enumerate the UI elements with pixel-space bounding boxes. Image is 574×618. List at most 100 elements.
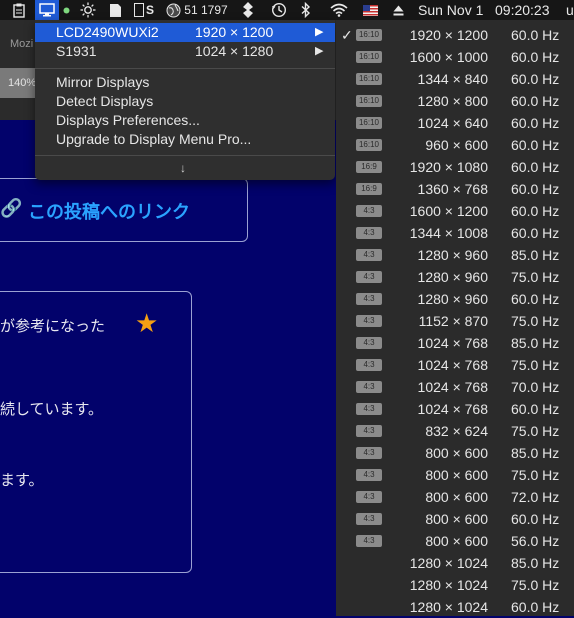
refresh-rate: 75.0 Hz [511,423,560,439]
us-flag-icon[interactable] [362,0,378,20]
refresh-rate: 60.0 Hz [511,599,560,615]
aspect-ratio-badge: 4:3 [356,249,382,261]
resolution-item[interactable]: 1280 × 1024 60.0 Hz [336,596,574,618]
refresh-rate: 85.0 Hz [511,335,560,351]
aspect-ratio-badge: 4:3 [356,227,382,239]
resolution-item[interactable]: 16:10 1280 × 800 60.0 Hz [336,90,574,112]
brightness-icon[interactable] [78,0,98,20]
resolution-item[interactable]: 16:9 1920 × 1080 60.0 Hz [336,156,574,178]
resolution-item[interactable]: 4:3 1024 × 768 70.0 Hz [336,376,574,398]
resolution-item[interactable]: 4:3 800 × 600 56.0 Hz [336,530,574,552]
resolution-item[interactable]: 4:3 1280 × 960 60.0 Hz [336,288,574,310]
resolution-item[interactable]: 4:3 800 × 600 72.0 Hz [336,486,574,508]
display-icon[interactable] [35,0,59,20]
eject-icon[interactable] [391,0,405,20]
resolution-item[interactable]: 4:3 1024 × 768 85.0 Hz [336,332,574,354]
resolution-value: 1024 × 768 [417,335,488,351]
clipboard-icon[interactable] [10,0,28,20]
aspect-ratio-badge: 16:10 [356,95,382,107]
aspect-ratio-badge: 4:3 [356,469,382,481]
globe-status[interactable]: 51 1797 [163,0,231,20]
aspect-ratio-badge: 16:9 [356,161,382,173]
upgrade-item[interactable]: Upgrade to Display Menu Pro... [56,130,251,149]
aspect-ratio-badge: 4:3 [356,491,382,503]
resolution-item[interactable]: 16:10 1600 × 1000 60.0 Hz [336,46,574,68]
menu-separator [35,155,335,156]
resolution-value: 1024 × 768 [417,379,488,395]
aspect-ratio-badge: 16:10 [356,73,382,85]
detect-displays-item[interactable]: Detect Displays [56,92,153,111]
display-item-lcd2490wuxi2[interactable]: LCD2490WUXi2 1920 × 1200 ▶ [35,23,335,42]
resolution-item[interactable]: 1280 × 1024 85.0 Hz [336,552,574,574]
refresh-rate: 60.0 Hz [511,71,560,87]
resolution-value: 1280 × 1024 [409,555,488,571]
refresh-rate: 85.0 Hz [511,555,560,571]
resolution-item[interactable]: 4:3 1024 × 768 75.0 Hz [336,354,574,376]
resolution-item[interactable]: 4:3 800 × 600 85.0 Hz [336,442,574,464]
resolution-item[interactable]: 16:10 1344 × 840 60.0 Hz [336,68,574,90]
menu-bar-date[interactable]: Sun Nov 1 [418,0,490,20]
checkmark-icon: ✓ [341,27,353,43]
post-link[interactable]: この投稿へのリンク [28,198,190,224]
leaf-icon[interactable] [239,0,257,20]
resolution-item[interactable]: 4:3 1152 × 870 75.0 Hz [336,310,574,332]
aspect-ratio-badge: 16:9 [356,183,382,195]
wifi-icon[interactable] [328,0,350,20]
resolution-value: 1344 × 840 [417,71,488,87]
resolution-item[interactable]: 4:3 1344 × 1008 60.0 Hz [336,222,574,244]
resolution-item[interactable]: ✓ 16:10 1920 × 1200 60.0 Hz [336,24,574,46]
resolution-item[interactable]: 4:3 800 × 600 60.0 Hz [336,508,574,530]
menu-bar-user[interactable]: u [566,0,574,20]
resolution-item[interactable]: 16:10 1024 × 640 60.0 Hz [336,112,574,134]
display-menu: LCD2490WUXi2 1920 × 1200 ▶ S1931 1024 × … [35,20,335,180]
resolution-value: 1280 × 800 [417,93,488,109]
document-icon[interactable] [106,0,124,20]
refresh-rate: 60.0 Hz [511,137,560,153]
resolution-value: 1600 × 1000 [409,49,488,65]
aspect-ratio-badge: 4:3 [356,447,382,459]
resolution-item[interactable]: 4:3 832 × 624 75.0 Hz [336,420,574,442]
resolution-value: 800 × 600 [425,511,488,527]
resolution-item[interactable]: 4:3 1024 × 768 60.0 Hz [336,398,574,420]
scroll-down-arrow-icon[interactable]: ↓ [180,161,186,175]
refresh-rate: 75.0 Hz [511,577,560,593]
resolution-item[interactable]: 4:3 800 × 600 75.0 Hz [336,464,574,486]
aspect-ratio-badge: 4:3 [356,337,382,349]
resolution-value: 1280 × 1024 [409,577,488,593]
aspect-ratio-badge: 16:10 [356,117,382,129]
aspect-ratio-badge: 4:3 [356,513,382,525]
refresh-rate: 75.0 Hz [511,357,560,373]
resolution-submenu: ✓ 16:10 1920 × 1200 60.0 Hz 16:10 1600 × 1000… [336,20,574,616]
aspect-ratio-badge: 4:3 [356,293,382,305]
card-text-line1: 続しています。 [0,401,104,418]
refresh-rate: 60.0 Hz [511,401,560,417]
star-icon[interactable]: ★ [135,310,158,336]
resolution-value: 1920 × 1200 [409,27,488,43]
resolution-value: 832 × 624 [425,423,488,439]
resolution-item[interactable]: 16:10 960 × 600 60.0 Hz [336,134,574,156]
s-menu-item[interactable]: S [130,0,158,20]
globe-icon [166,3,181,17]
refresh-rate: 75.0 Hz [511,269,560,285]
refresh-rate: 85.0 Hz [511,445,560,461]
resolution-item[interactable]: 16:9 1360 × 768 60.0 Hz [336,178,574,200]
display-item-s1931[interactable]: S1931 1024 × 1280 ▶ [35,42,335,61]
resolution-item[interactable]: 1280 × 1024 75.0 Hz [336,574,574,596]
refresh-rate: 60.0 Hz [511,181,560,197]
bluetooth-icon[interactable] [299,0,313,20]
refresh-rate: 85.0 Hz [511,247,560,263]
aspect-ratio-badge: 4:3 [356,381,382,393]
menu-bar-clock[interactable]: 09:20:23 [495,0,557,20]
card-heading: が参考になった [0,318,106,335]
resolution-item[interactable]: 4:3 1280 × 960 85.0 Hz [336,244,574,266]
aspect-ratio-badge: 4:3 [356,403,382,415]
displays-preferences-item[interactable]: Displays Preferences... [56,111,200,130]
resolution-item[interactable]: 4:3 1600 × 1200 60.0 Hz [336,200,574,222]
time-machine-icon[interactable] [269,0,289,20]
resolution-value: 1344 × 1008 [409,225,488,241]
aspect-ratio-badge: 4:3 [356,535,382,547]
mirror-displays-item[interactable]: Mirror Displays [56,73,149,92]
resolution-item[interactable]: 4:3 1280 × 960 75.0 Hz [336,266,574,288]
aspect-ratio-badge: 16:10 [356,51,382,63]
aspect-ratio-badge: 16:10 [356,29,382,41]
